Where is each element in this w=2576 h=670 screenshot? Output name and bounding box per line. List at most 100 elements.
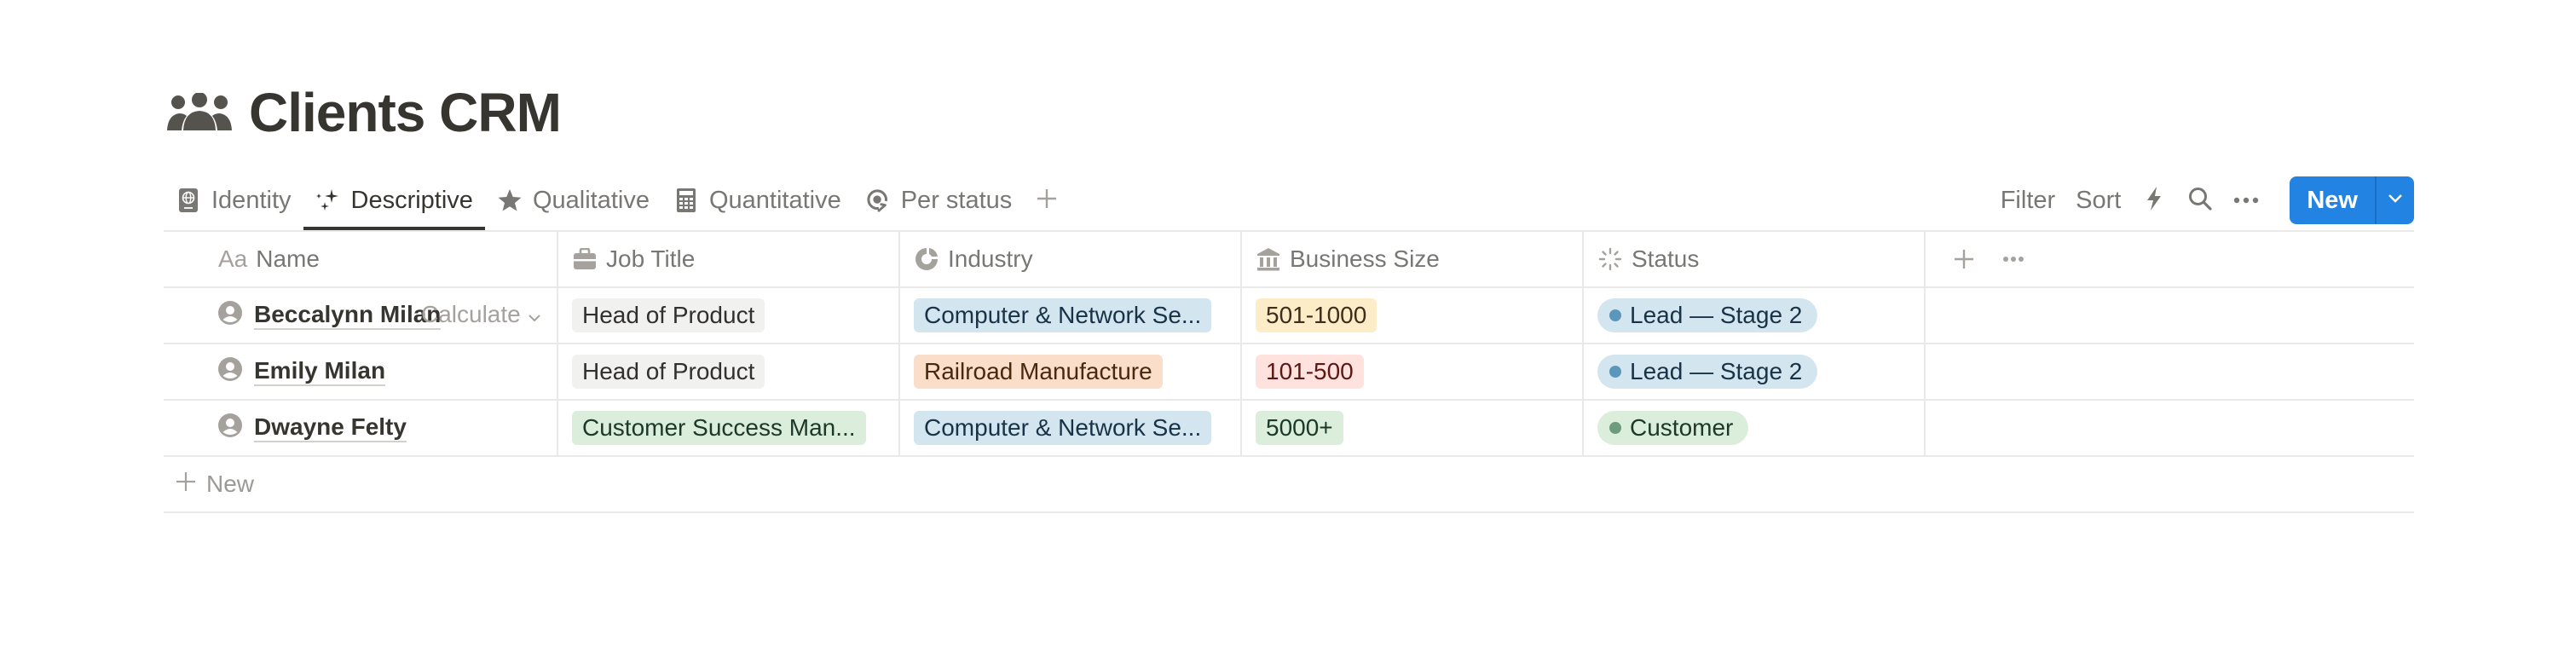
column-header-status[interactable]: Status: [1584, 232, 1926, 286]
tab-label: Descriptive: [350, 186, 473, 214]
business-size-cell[interactable]: 501-1000: [1242, 288, 1584, 343]
person-avatar-icon: [218, 300, 254, 331]
bank-icon: [1256, 246, 1281, 272]
calculate-dropdown[interactable]: Calculate: [421, 286, 541, 343]
tab-label: Per status: [900, 186, 1013, 214]
table-header: Aa Name Job Title Industry Business Size: [164, 230, 2414, 288]
status-cell[interactable]: Customer: [1584, 401, 1926, 455]
chevron-down-icon: [521, 301, 541, 328]
industry-cell[interactable]: Railroad Manufacture: [900, 344, 1242, 399]
business-size-cell[interactable]: 5000+: [1242, 401, 1584, 455]
plus-icon: [1036, 188, 1058, 214]
record-name[interactable]: Beccalynn Milan: [254, 301, 442, 331]
tab-per-status[interactable]: Per status: [853, 170, 1025, 230]
view-tabs: Identity Descriptive Qualitative Quantit…: [164, 170, 1024, 230]
column-header-business-size[interactable]: Business Size: [1242, 232, 1584, 286]
tab-identity[interactable]: Identity: [164, 170, 303, 230]
status-cell[interactable]: Lead — Stage 2: [1584, 288, 1926, 343]
tab-quantitative[interactable]: Quantitative: [661, 170, 853, 230]
column-header-job-title[interactable]: Job Title: [558, 232, 900, 286]
property-options-button[interactable]: [2001, 246, 2026, 272]
text-type-icon: Aa: [218, 245, 248, 272]
status-dot-icon: [1609, 422, 1621, 434]
record-name[interactable]: Emily Milan: [254, 357, 386, 387]
business-size-cell[interactable]: 101-500: [1242, 344, 1584, 399]
tab-qualitative[interactable]: Qualitative: [485, 170, 661, 230]
job-title-tag: Head of Product: [572, 298, 765, 332]
industry-tag: Computer & Network Se...: [914, 411, 1212, 445]
column-label: Job Title: [606, 245, 696, 272]
table-row[interactable]: Dwayne Felty Customer Success Man... Com…: [164, 401, 2414, 457]
industry-tag: Computer & Network Se...: [914, 298, 1212, 332]
empty-cell: [1926, 288, 2414, 343]
add-row-label: New: [206, 471, 255, 497]
lightning-icon: [2145, 186, 2163, 216]
empty-cell: [1926, 401, 2414, 455]
job-title-cell[interactable]: Head of Product: [558, 288, 900, 343]
job-title-tag: Head of Product: [572, 355, 765, 389]
automation-button[interactable]: [2131, 177, 2177, 223]
business-size-tag: 5000+: [1256, 411, 1343, 445]
sort-button[interactable]: Sort: [2065, 187, 2131, 215]
tab-label: Quantitative: [708, 186, 841, 214]
more-options-button[interactable]: [2223, 177, 2269, 223]
industry-cell[interactable]: Computer & Network Se...: [900, 401, 1242, 455]
column-label: Industry: [948, 245, 1033, 272]
toolbar: Filter Sort New: [1990, 170, 2414, 230]
status-badge: Lead — Stage 2: [1597, 355, 1818, 389]
page-title: Clients CRM: [249, 82, 562, 143]
new-template-dropdown[interactable]: [2377, 176, 2414, 224]
column-header-industry[interactable]: Industry: [900, 232, 1242, 286]
tab-descriptive[interactable]: Descriptive: [303, 170, 486, 230]
briefcase-icon: [572, 246, 598, 272]
status-loader-icon: [1597, 246, 1623, 272]
industry-cell[interactable]: Computer & Network Se...: [900, 288, 1242, 343]
person-avatar-icon: [218, 356, 254, 387]
new-record-button-group: New: [2290, 176, 2414, 224]
calculator-icon: [673, 188, 699, 213]
sparkles-icon: [315, 188, 341, 213]
passport-icon: [176, 188, 201, 213]
status-badge: Lead — Stage 2: [1597, 298, 1818, 332]
industry-tag: Railroad Manufacture: [914, 355, 1163, 389]
ellipsis-icon: [2233, 193, 2259, 208]
target-arrow-icon: [865, 188, 891, 213]
status-label: Lead — Stage 2: [1630, 302, 1803, 328]
person-avatar-icon: [218, 413, 254, 443]
view-bar: Identity Descriptive Qualitative Quantit…: [164, 170, 2414, 230]
business-size-tag: 101-500: [1256, 355, 1364, 389]
status-badge: Customer: [1597, 411, 1749, 445]
search-button[interactable]: [2177, 177, 2223, 223]
add-row-button[interactable]: New: [164, 457, 2414, 513]
star-icon: [497, 188, 523, 213]
empty-cell: [1926, 344, 2414, 399]
calculate-label: Calculate: [421, 301, 521, 327]
new-record-button[interactable]: New: [2290, 176, 2375, 224]
business-size-tag: 501-1000: [1256, 298, 1378, 332]
status-label: Lead — Stage 2: [1630, 358, 1803, 384]
job-title-cell[interactable]: Head of Product: [558, 344, 900, 399]
status-dot-icon: [1609, 309, 1621, 321]
column-label: Status: [1632, 245, 1700, 272]
people-group-icon[interactable]: [167, 91, 232, 134]
column-header-name[interactable]: Aa Name: [164, 232, 558, 286]
filter-button[interactable]: Filter: [1990, 187, 2065, 215]
job-title-tag: Customer Success Man...: [572, 411, 866, 445]
column-label: Business Size: [1290, 245, 1440, 272]
name-cell[interactable]: Dwayne Felty: [164, 401, 558, 455]
table-row[interactable]: Emily Milan Head of Product Railroad Man…: [164, 344, 2414, 401]
status-label: Customer: [1630, 414, 1734, 441]
page-header: Clients CRM: [167, 78, 562, 147]
pie-icon: [914, 246, 939, 272]
status-cell[interactable]: Lead — Stage 2: [1584, 344, 1926, 399]
chevron-down-icon: [2388, 193, 2403, 208]
column-header-actions: [1926, 232, 2414, 286]
record-name[interactable]: Dwayne Felty: [254, 413, 407, 443]
job-title-cell[interactable]: Customer Success Man...: [558, 401, 900, 455]
add-view-button[interactable]: [1024, 170, 1070, 230]
name-cell[interactable]: Emily Milan: [164, 344, 558, 399]
tab-label: Identity: [211, 186, 292, 214]
column-label: Name: [256, 245, 320, 272]
search-icon: [2187, 186, 2213, 216]
add-property-button[interactable]: [1951, 246, 1977, 272]
